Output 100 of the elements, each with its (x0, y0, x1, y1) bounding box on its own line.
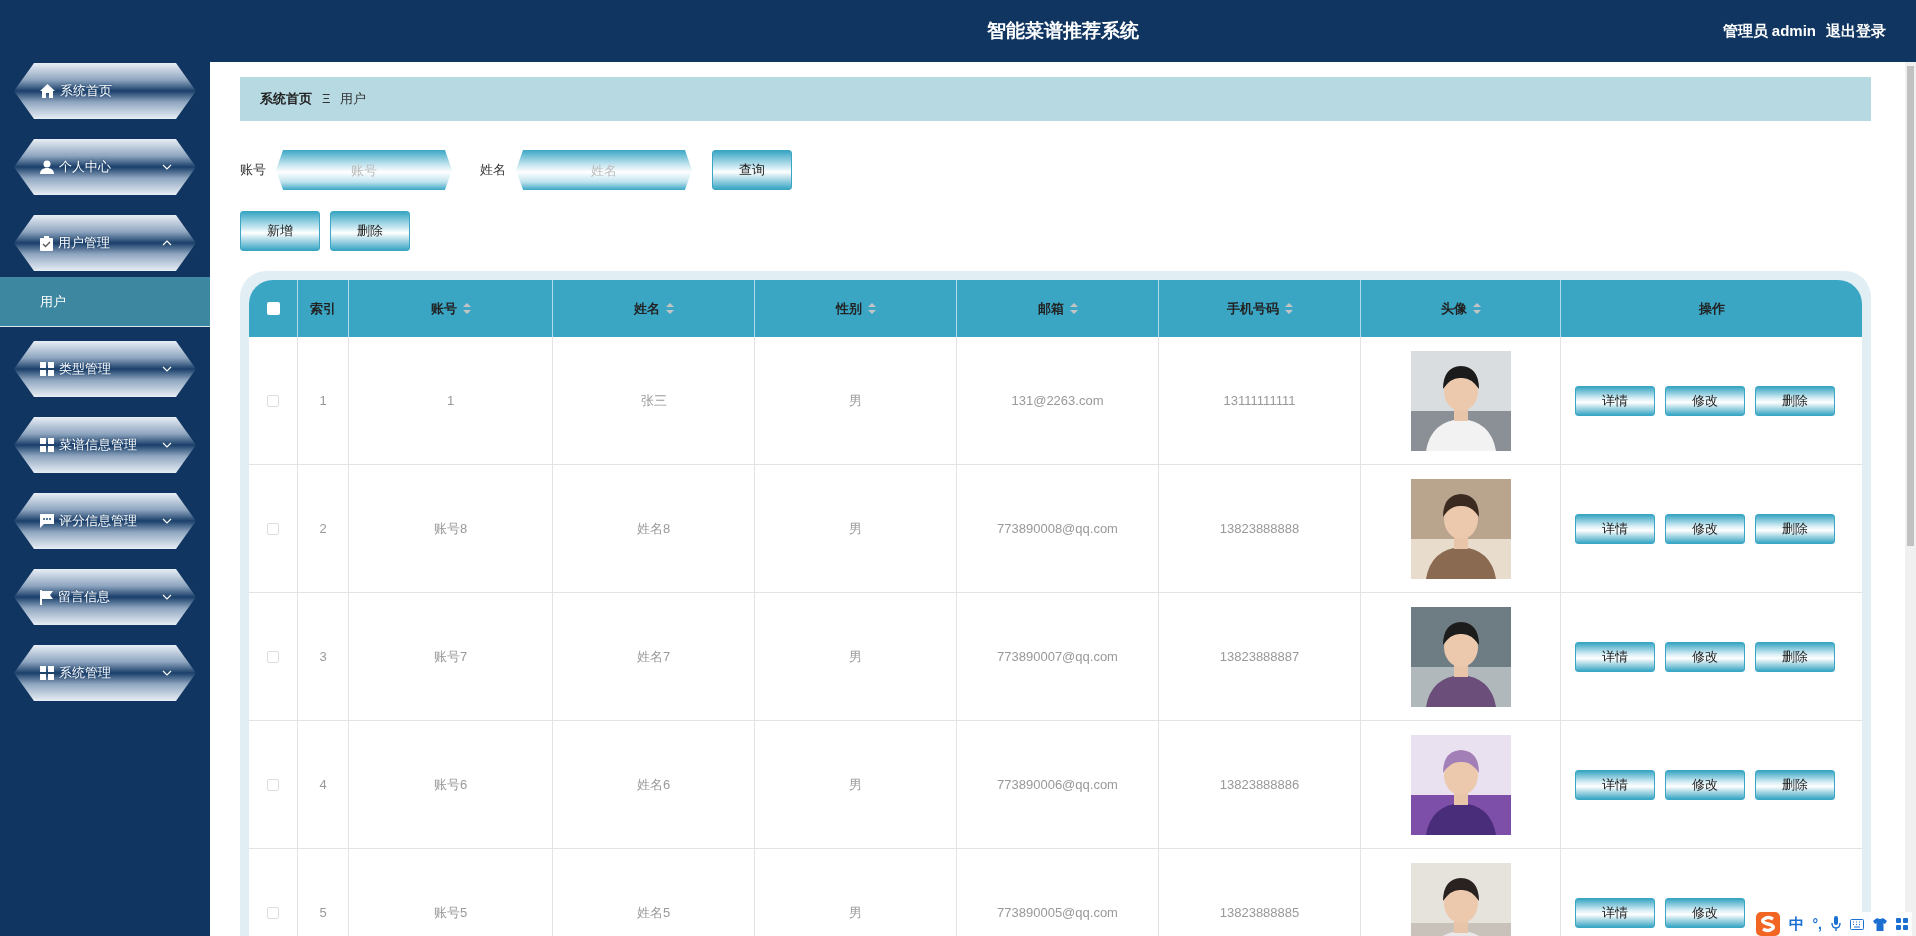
sidebar-menu-item[interactable]: 评分信息管理 (14, 493, 196, 549)
grid-icon (40, 666, 54, 680)
app-title: 智能菜谱推荐系统 (987, 18, 1139, 43)
row-action-button[interactable]: 修改 (1665, 769, 1745, 800)
table-cell-text: 3 (319, 647, 327, 666)
table-cell-text: 姓名6 (636, 775, 671, 794)
sidebar-menu-item[interactable]: 个人中心 (14, 139, 196, 195)
row-action-button[interactable]: 修改 (1665, 385, 1745, 416)
table-cell-text: 男 (849, 903, 862, 922)
grid-icon (40, 362, 54, 376)
row-action-button[interactable]: 删除 (1755, 513, 1835, 544)
sort-icon (1069, 303, 1078, 314)
table-cell-text: 773890007@qq.com (997, 647, 1118, 666)
sort-icon (462, 303, 471, 314)
ime-mode[interactable]: 中 (1788, 912, 1804, 936)
ime-punctuation[interactable]: °, (1812, 913, 1822, 935)
breadcrumb-current: 用户 (340, 90, 367, 109)
row-action-button[interactable]: 详情 (1575, 513, 1655, 544)
table-cell-text: 1 (319, 391, 327, 410)
table-cell-text: 773890008@qq.com (997, 519, 1118, 538)
table-cell-text: 姓名8 (636, 519, 671, 538)
table-cell-text: 1 (446, 391, 455, 410)
search-field[interactable]: 账号 (276, 150, 452, 190)
submenu-item[interactable]: 用户 (0, 277, 210, 327)
row-action-button[interactable]: 详情 (1575, 769, 1655, 800)
row-action-button[interactable]: 删除 (1755, 769, 1835, 800)
table-cell-text: 13823888888 (1219, 519, 1300, 538)
row-checkbox[interactable] (267, 522, 279, 535)
sidebar-menu-item[interactable]: 菜谱信息管理 (14, 417, 196, 473)
sidebar-menu-item[interactable]: 系统管理 (14, 645, 196, 701)
field-label: 姓名 (480, 161, 506, 180)
sort-icon (1284, 303, 1293, 314)
field-label: 账号 (240, 161, 266, 180)
search-button[interactable]: 查询 (712, 150, 792, 190)
scrollbar-thumb[interactable] (1907, 66, 1914, 546)
table-cell-text: 姓名7 (636, 647, 671, 666)
sidebar-menu-item[interactable]: 系统首页 (14, 63, 196, 119)
flag-icon (40, 589, 53, 605)
table-cell-text: 2 (319, 519, 327, 538)
row-action-button[interactable]: 删除 (1755, 641, 1835, 672)
table-cell-text: 账号6 (433, 775, 468, 794)
column-header: 邮箱 (1037, 299, 1064, 318)
breadcrumb-separator: Ξ (322, 90, 331, 109)
grid-icon (40, 438, 54, 452)
shirt-icon (1873, 917, 1887, 931)
column-header: 头像 (1440, 299, 1467, 318)
keyboard-icon (1850, 918, 1864, 930)
row-action-button[interactable]: 详情 (1575, 897, 1655, 928)
table-cell-text: 4 (319, 775, 327, 794)
table-cell-text: 5 (319, 903, 327, 922)
grid-icon (1896, 918, 1908, 930)
select-all-checkbox[interactable] (266, 302, 280, 315)
clipboard-icon (40, 235, 53, 251)
logout-link[interactable]: 退出登录 (1826, 19, 1886, 43)
column-header: 索引 (310, 299, 336, 318)
table-cell-text: 13823888885 (1219, 903, 1300, 922)
row-action-button[interactable]: 详情 (1575, 385, 1655, 416)
column-header: 账号 (430, 299, 457, 318)
table-cell-text: 13111111111 (1223, 391, 1296, 410)
scrollbar[interactable] (1905, 62, 1916, 936)
table-cell-text: 男 (849, 519, 862, 538)
row-checkbox[interactable] (267, 394, 279, 407)
row-action-button[interactable]: 修改 (1665, 897, 1745, 928)
column-header: 手机号码 (1226, 299, 1279, 318)
table-cell-text: 姓名5 (636, 903, 671, 922)
table-cell-text: 773890006@qq.com (997, 775, 1118, 794)
sidebar-menu-item[interactable]: 用户管理 (14, 215, 196, 271)
table-cell-text: 773890005@qq.com (997, 903, 1118, 922)
sidebar-menu-item[interactable]: 类型管理 (14, 341, 196, 397)
row-checkbox[interactable] (267, 906, 279, 919)
row-action-button[interactable]: 修改 (1665, 641, 1745, 672)
table-cell-text: 13823888886 (1219, 775, 1300, 794)
microphone-icon (1831, 916, 1841, 932)
header-cell[interactable]: 操作 (1561, 280, 1862, 337)
table-cell-text: 账号7 (433, 647, 468, 666)
sort-icon (665, 303, 674, 314)
search-field[interactable]: 姓名 (516, 150, 692, 190)
sort-icon (867, 303, 876, 314)
breadcrumb-link[interactable]: 系统首页 (260, 89, 312, 109)
toolbar-button[interactable]: 新增 (240, 211, 320, 251)
table-cell-text: 账号8 (433, 519, 468, 538)
column-header: 性别 (835, 299, 862, 318)
user-label: 管理员 admin (1722, 20, 1816, 41)
toolbar-button[interactable]: 删除 (330, 211, 410, 251)
home-icon (40, 84, 55, 98)
column-header: 操作 (1698, 299, 1725, 318)
chat-icon (40, 514, 54, 528)
row-action-button[interactable]: 详情 (1575, 641, 1655, 672)
table-cell-text: 男 (849, 647, 862, 666)
table-cell-text: 男 (849, 391, 862, 410)
table-cell-text: 张三 (640, 391, 667, 410)
sort-icon (1472, 303, 1481, 314)
table-cell-text: 131@2263.com (1011, 391, 1104, 410)
user-icon (40, 160, 54, 174)
row-checkbox[interactable] (267, 650, 279, 663)
row-action-button[interactable]: 删除 (1755, 385, 1835, 416)
row-checkbox[interactable] (267, 778, 279, 791)
row-action-button[interactable]: 修改 (1665, 513, 1745, 544)
sidebar-menu-item[interactable]: 留言信息 (14, 569, 196, 625)
table-cell-text: 13823888887 (1219, 647, 1300, 666)
